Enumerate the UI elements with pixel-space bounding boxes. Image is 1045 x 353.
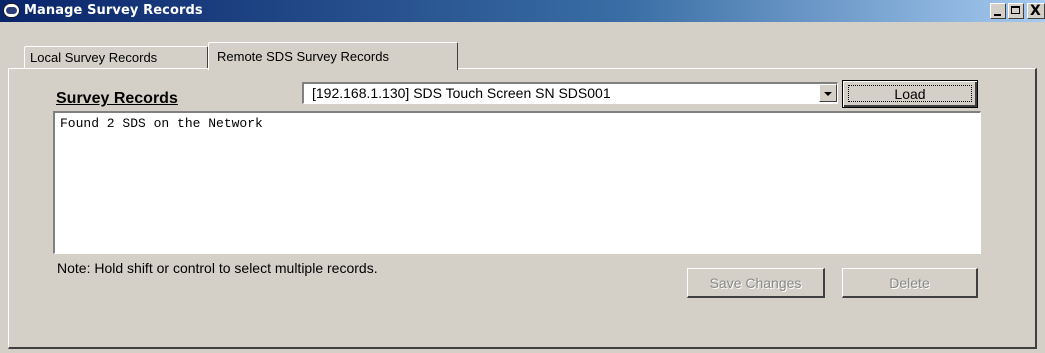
tab-label: Local Survey Records (30, 50, 158, 65)
sds-device-select-value: [192.168.1.130] SDS Touch Screen SN SDS0… (312, 85, 611, 101)
close-icon: X (1030, 3, 1041, 19)
multi-select-note: Note: Hold shift or control to select mu… (57, 260, 378, 276)
manage-survey-records-window: Manage Survey Records X Local Survey Rec… (0, 0, 1045, 353)
minimize-icon (994, 14, 1001, 16)
load-button-label: Load (848, 85, 972, 102)
tab-local-survey-records[interactable]: Local Survey Records (24, 46, 208, 68)
sds-device-select[interactable]: [192.168.1.130] SDS Touch Screen SN SDS0… (302, 82, 838, 104)
save-changes-button[interactable]: Save Changes (687, 268, 825, 298)
minimize-button[interactable] (990, 3, 1006, 19)
tab-label: Remote SDS Survey Records (217, 49, 389, 64)
title-bar[interactable]: Manage Survey Records X (0, 0, 1045, 22)
load-button[interactable]: Load (842, 80, 978, 108)
survey-records-heading: Survey Records (56, 90, 178, 107)
maximize-button[interactable] (1008, 3, 1024, 19)
sds-app-icon[interactable] (3, 3, 20, 18)
close-button[interactable]: X (1027, 3, 1045, 19)
delete-button[interactable]: Delete (842, 268, 978, 298)
maximize-icon (1011, 6, 1020, 14)
window-title: Manage Survey Records (24, 3, 203, 18)
records-status-text: Found 2 SDS on the Network (60, 116, 263, 131)
survey-records-list[interactable]: Found 2 SDS on the Network (53, 111, 981, 254)
dropdown-arrow-icon[interactable] (819, 84, 837, 102)
tab-remote-sds-survey-records[interactable]: Remote SDS Survey Records (208, 42, 458, 70)
